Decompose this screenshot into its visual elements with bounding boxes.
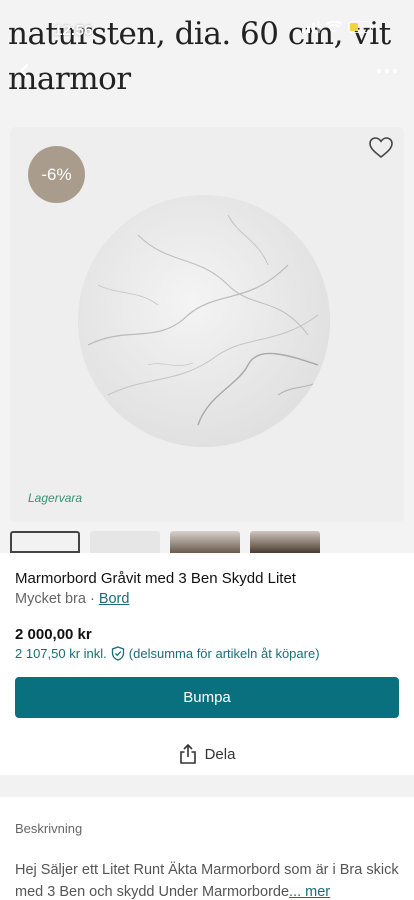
category-link[interactable]: Bord xyxy=(99,591,130,607)
thumbnail-1[interactable] xyxy=(10,531,80,553)
description-section: Beskrivning Hej Säljer ett Litet Runt Äk… xyxy=(0,797,414,900)
marble-tabletop-image xyxy=(78,195,330,447)
shield-check-icon xyxy=(111,646,124,661)
description-body: Hej Säljer ett Litet Runt Äkta Marmorbor… xyxy=(15,862,399,900)
share-label: Dela xyxy=(204,745,236,763)
wifi-icon xyxy=(325,20,343,38)
share-button[interactable]: Dela xyxy=(0,739,414,769)
status-time: 12:56 xyxy=(54,22,93,39)
main-photo[interactable]: -6% Lagervara xyxy=(10,127,404,522)
image-gallery[interactable]: natursten, dia. 60 cm, vit marmor 12:56 … xyxy=(0,0,414,553)
price-incl-protection[interactable]: 2 107,50 kr inkl. (delsumma för artikeln… xyxy=(15,646,320,661)
bump-button[interactable]: Bumpa xyxy=(15,677,399,718)
thumbnail-2[interactable] xyxy=(90,531,160,553)
signal-icon xyxy=(302,20,320,38)
battery-icon xyxy=(348,20,374,38)
back-arrow-icon xyxy=(19,63,29,79)
thumbnail-strip xyxy=(10,531,414,553)
stock-label: Lagervara xyxy=(28,491,83,505)
description-label: Beskrivning xyxy=(15,821,83,836)
item-title: Marmorbord Gråvit med 3 Ben Skydd Litet xyxy=(15,570,296,587)
screen: natursten, dia. 60 cm, vit marmor 12:56 … xyxy=(0,0,414,900)
discount-badge: -6% xyxy=(28,146,85,203)
section-divider xyxy=(0,775,414,797)
thumbnail-4[interactable] xyxy=(250,531,320,553)
thumbnail-3[interactable] xyxy=(170,531,240,553)
meta-separator: · xyxy=(85,591,99,607)
heart-icon xyxy=(369,137,393,159)
item-price: 2 000,00 kr xyxy=(15,626,92,643)
item-condition: Mycket bra xyxy=(15,591,86,607)
status-icons xyxy=(302,20,374,38)
read-more-link[interactable]: ... mer xyxy=(289,884,330,900)
protection-text: (delsumma för artikeln åt köpare) xyxy=(128,646,320,661)
item-meta: Mycket bra · Bord xyxy=(15,591,129,607)
price-incl-text: 2 107,50 kr inkl. xyxy=(15,646,107,661)
product-panel: Marmorbord Gråvit med 3 Ben Skydd Litet … xyxy=(0,553,414,775)
description-text: Hej Säljer ett Litet Runt Äkta Marmorbor… xyxy=(15,859,403,900)
back-button[interactable] xyxy=(12,58,38,84)
share-icon xyxy=(179,743,196,764)
more-options-button[interactable] xyxy=(374,58,400,84)
favorite-button[interactable] xyxy=(366,133,396,163)
more-dots-icon xyxy=(377,69,397,73)
